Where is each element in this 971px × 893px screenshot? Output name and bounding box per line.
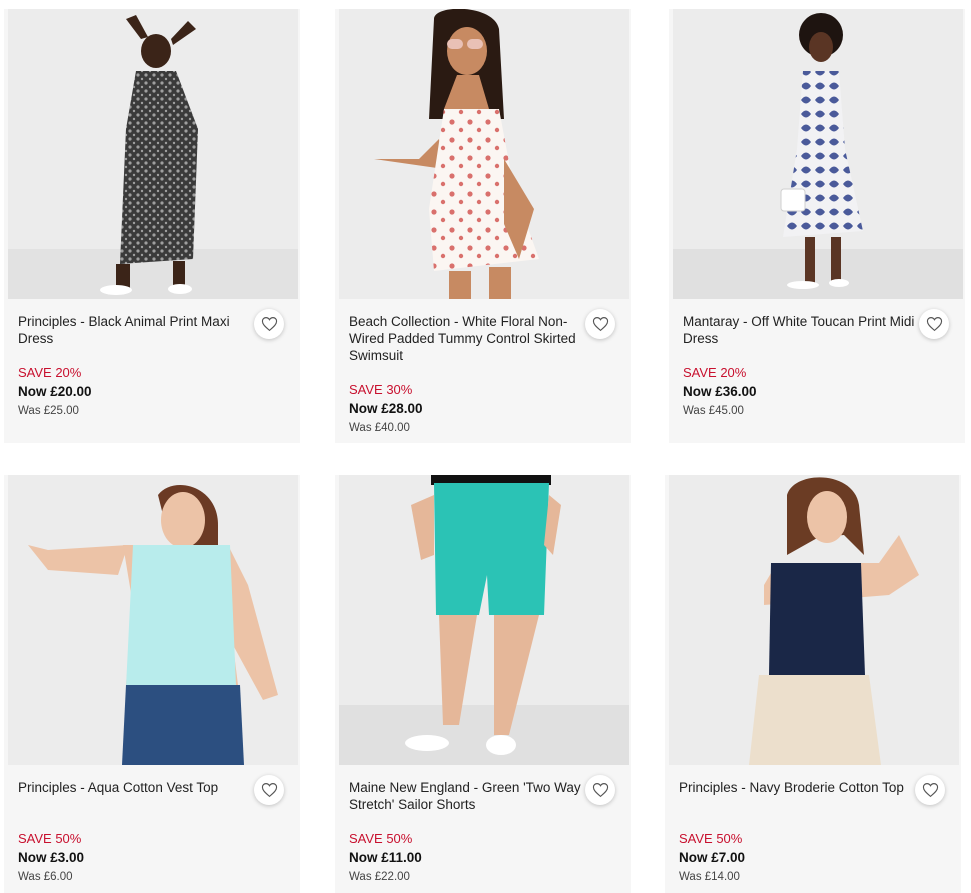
- product-photo: [339, 475, 629, 765]
- wishlist-button[interactable]: [254, 775, 284, 805]
- product-title[interactable]: Principles - Black Animal Print Maxi Dre…: [18, 313, 250, 364]
- current-price: Now £20.00: [18, 384, 92, 399]
- discount-label: SAVE 30%: [349, 382, 413, 397]
- product-info: Principles - Black Animal Print Maxi Dre…: [18, 313, 250, 420]
- heart-outline-icon: [926, 317, 942, 332]
- product-title[interactable]: Maine New England - Green 'Two Way Stret…: [349, 779, 581, 830]
- product-card[interactable]: Maine New England - Green 'Two Way Stret…: [335, 475, 631, 893]
- product-info: Principles - Navy Broderie Cotton Top SA…: [679, 779, 911, 886]
- product-image[interactable]: [669, 475, 959, 765]
- current-price: Now £36.00: [683, 384, 757, 399]
- original-price: Was £22.00: [349, 871, 410, 883]
- original-price: Was £6.00: [18, 871, 73, 883]
- discount-label: SAVE 50%: [679, 831, 743, 846]
- product-image[interactable]: [8, 475, 298, 765]
- current-price: Now £3.00: [18, 850, 85, 865]
- heart-outline-icon: [922, 783, 938, 798]
- discount-label: SAVE 50%: [18, 831, 82, 846]
- product-card[interactable]: Mantaray - Off White Toucan Print Midi D…: [669, 9, 965, 443]
- original-price: Was £25.00: [18, 405, 79, 417]
- product-card[interactable]: Principles - Navy Broderie Cotton Top SA…: [665, 475, 961, 893]
- product-grid: Principles - Black Animal Print Maxi Dre…: [0, 0, 971, 893]
- product-photo: [673, 9, 963, 299]
- heart-outline-icon: [592, 317, 608, 332]
- product-photo: [339, 9, 629, 299]
- discount-label: SAVE 20%: [683, 365, 747, 380]
- product-title[interactable]: Principles - Aqua Cotton Vest Top: [18, 779, 250, 830]
- product-image[interactable]: [8, 9, 298, 299]
- wishlist-button[interactable]: [585, 309, 615, 339]
- product-info: Principles - Aqua Cotton Vest Top SAVE 5…: [18, 779, 250, 886]
- product-image[interactable]: [673, 9, 963, 299]
- product-info: Maine New England - Green 'Two Way Stret…: [349, 779, 581, 886]
- heart-outline-icon: [261, 317, 277, 332]
- heart-outline-icon: [261, 783, 277, 798]
- product-photo: [8, 475, 298, 765]
- discount-label: SAVE 20%: [18, 365, 82, 380]
- product-card[interactable]: Principles - Black Animal Print Maxi Dre…: [4, 9, 300, 443]
- product-photo: [669, 475, 959, 765]
- product-title[interactable]: Beach Collection - White Floral Non-Wire…: [349, 313, 581, 381]
- product-info: Beach Collection - White Floral Non-Wire…: [349, 313, 581, 437]
- current-price: Now £7.00: [679, 850, 746, 865]
- original-price: Was £14.00: [679, 871, 740, 883]
- current-price: Now £11.00: [349, 850, 422, 865]
- original-price: Was £40.00: [349, 422, 410, 434]
- product-title[interactable]: Mantaray - Off White Toucan Print Midi D…: [683, 313, 915, 364]
- wishlist-button[interactable]: [915, 775, 945, 805]
- product-info: Mantaray - Off White Toucan Print Midi D…: [683, 313, 915, 420]
- product-card[interactable]: Principles - Aqua Cotton Vest Top SAVE 5…: [4, 475, 300, 893]
- product-title[interactable]: Principles - Navy Broderie Cotton Top: [679, 779, 911, 830]
- product-card[interactable]: Beach Collection - White Floral Non-Wire…: [335, 9, 631, 443]
- wishlist-button[interactable]: [254, 309, 284, 339]
- heart-outline-icon: [592, 783, 608, 798]
- discount-label: SAVE 50%: [349, 831, 413, 846]
- current-price: Now £28.00: [349, 401, 423, 416]
- product-image[interactable]: [339, 9, 629, 299]
- wishlist-button[interactable]: [585, 775, 615, 805]
- product-photo: [8, 9, 298, 299]
- wishlist-button[interactable]: [919, 309, 949, 339]
- original-price: Was £45.00: [683, 405, 744, 417]
- product-image[interactable]: [339, 475, 629, 765]
